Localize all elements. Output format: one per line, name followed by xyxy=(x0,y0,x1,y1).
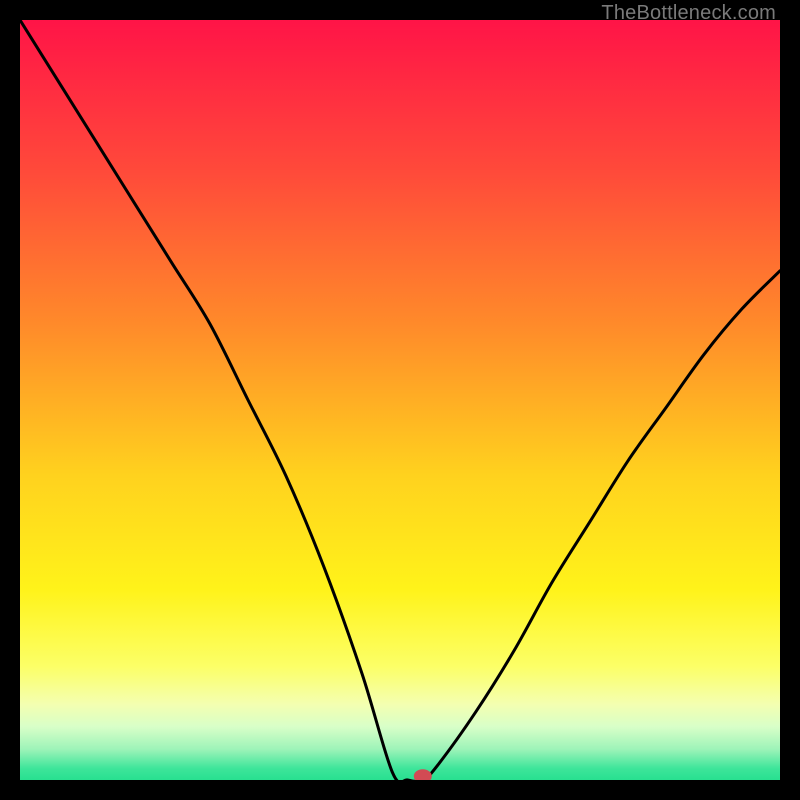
bottleneck-chart xyxy=(20,20,780,780)
watermark-text: TheBottleneck.com xyxy=(601,2,776,25)
chart-background-gradient xyxy=(20,20,780,780)
chart-frame xyxy=(20,20,780,780)
